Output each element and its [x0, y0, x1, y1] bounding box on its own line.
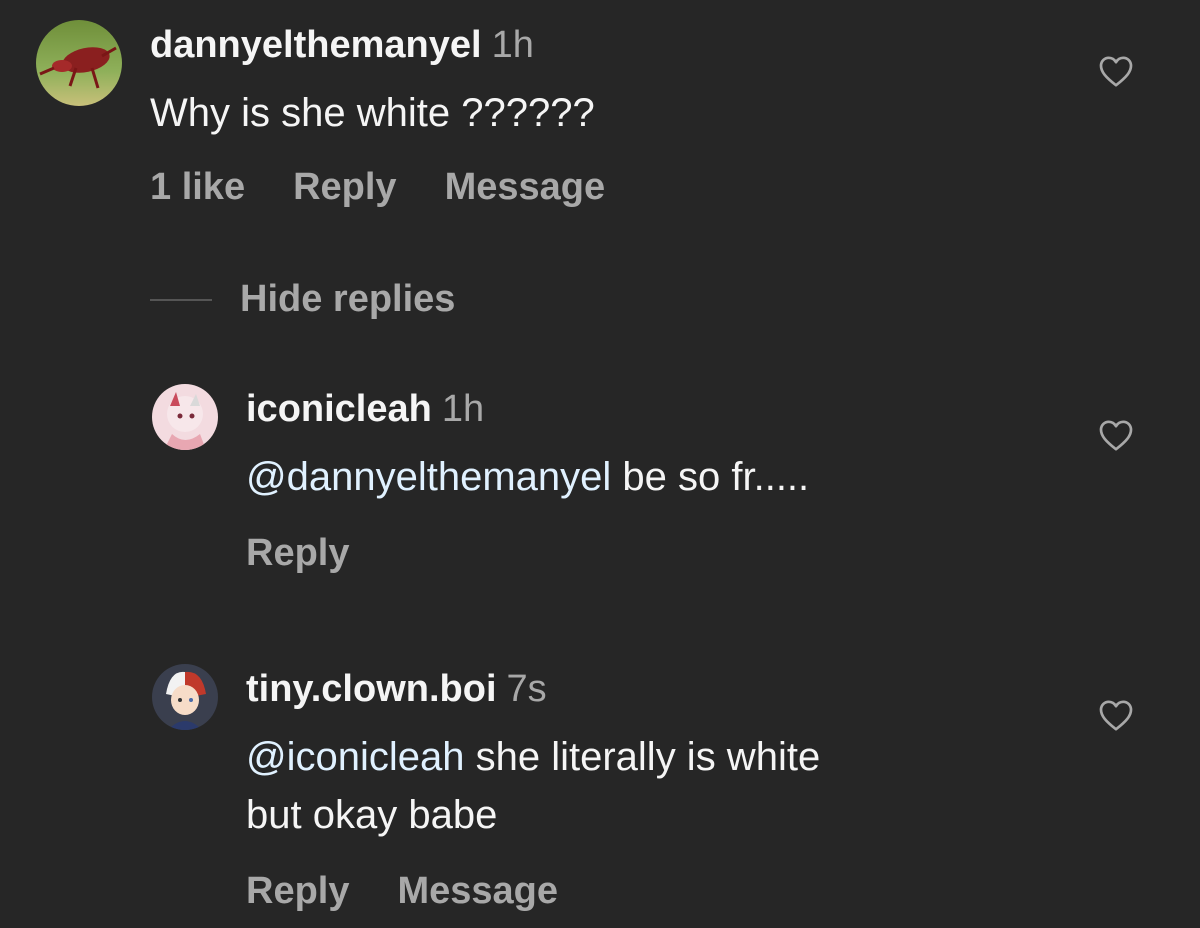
hide-replies-button[interactable]: Hide replies [150, 278, 455, 321]
reply-time: 7s [506, 668, 547, 710]
comment-text: Why is she white ?????? [150, 91, 595, 135]
avatar-insect-image [36, 20, 122, 106]
reply-button[interactable]: Reply [246, 870, 349, 913]
reply-actions: Reply [246, 532, 349, 575]
mention-link[interactable]: @dannyelthemanyel [246, 455, 611, 499]
reply-username[interactable]: iconicleah 1h [246, 388, 484, 431]
likes-count[interactable]: 1 like [150, 166, 245, 209]
avatar[interactable] [152, 664, 218, 730]
avatar-anime-image [152, 664, 218, 730]
comment-username[interactable]: dannyelthemanyel 1h [150, 24, 534, 67]
reply-button[interactable]: Reply [293, 166, 396, 209]
username-text[interactable]: iconicleah [246, 388, 432, 430]
heart-outline-icon[interactable] [1098, 418, 1134, 452]
avatar[interactable] [152, 384, 218, 450]
heart-outline-icon[interactable] [1098, 54, 1134, 88]
avatar[interactable] [36, 20, 122, 106]
username-text[interactable]: tiny.clown.boi [246, 668, 497, 710]
message-button[interactable]: Message [397, 870, 558, 913]
comment-time: 1h [491, 24, 534, 66]
reply-actions: Reply Message [246, 870, 558, 913]
mention-link[interactable]: @iconicleah [246, 735, 465, 779]
message-button[interactable]: Message [445, 166, 606, 209]
reply-text: @dannyelthemanyel be so fr..... [246, 455, 810, 499]
reply-time: 1h [441, 388, 485, 430]
hide-replies-label[interactable]: Hide replies [240, 278, 455, 321]
hide-replies-divider [150, 298, 212, 301]
reply-username[interactable]: tiny.clown.boi 7s [246, 668, 547, 711]
username-text[interactable]: dannyelthemanyel [150, 24, 482, 66]
reply-text: @iconicleah she literally is white [246, 735, 821, 779]
reply-text-line2: but okay babe [246, 793, 498, 837]
reply-button[interactable]: Reply [246, 532, 349, 575]
comment-actions: 1 like Reply Message [150, 166, 605, 209]
heart-outline-icon[interactable] [1098, 698, 1134, 732]
avatar-anime-image [152, 384, 218, 450]
